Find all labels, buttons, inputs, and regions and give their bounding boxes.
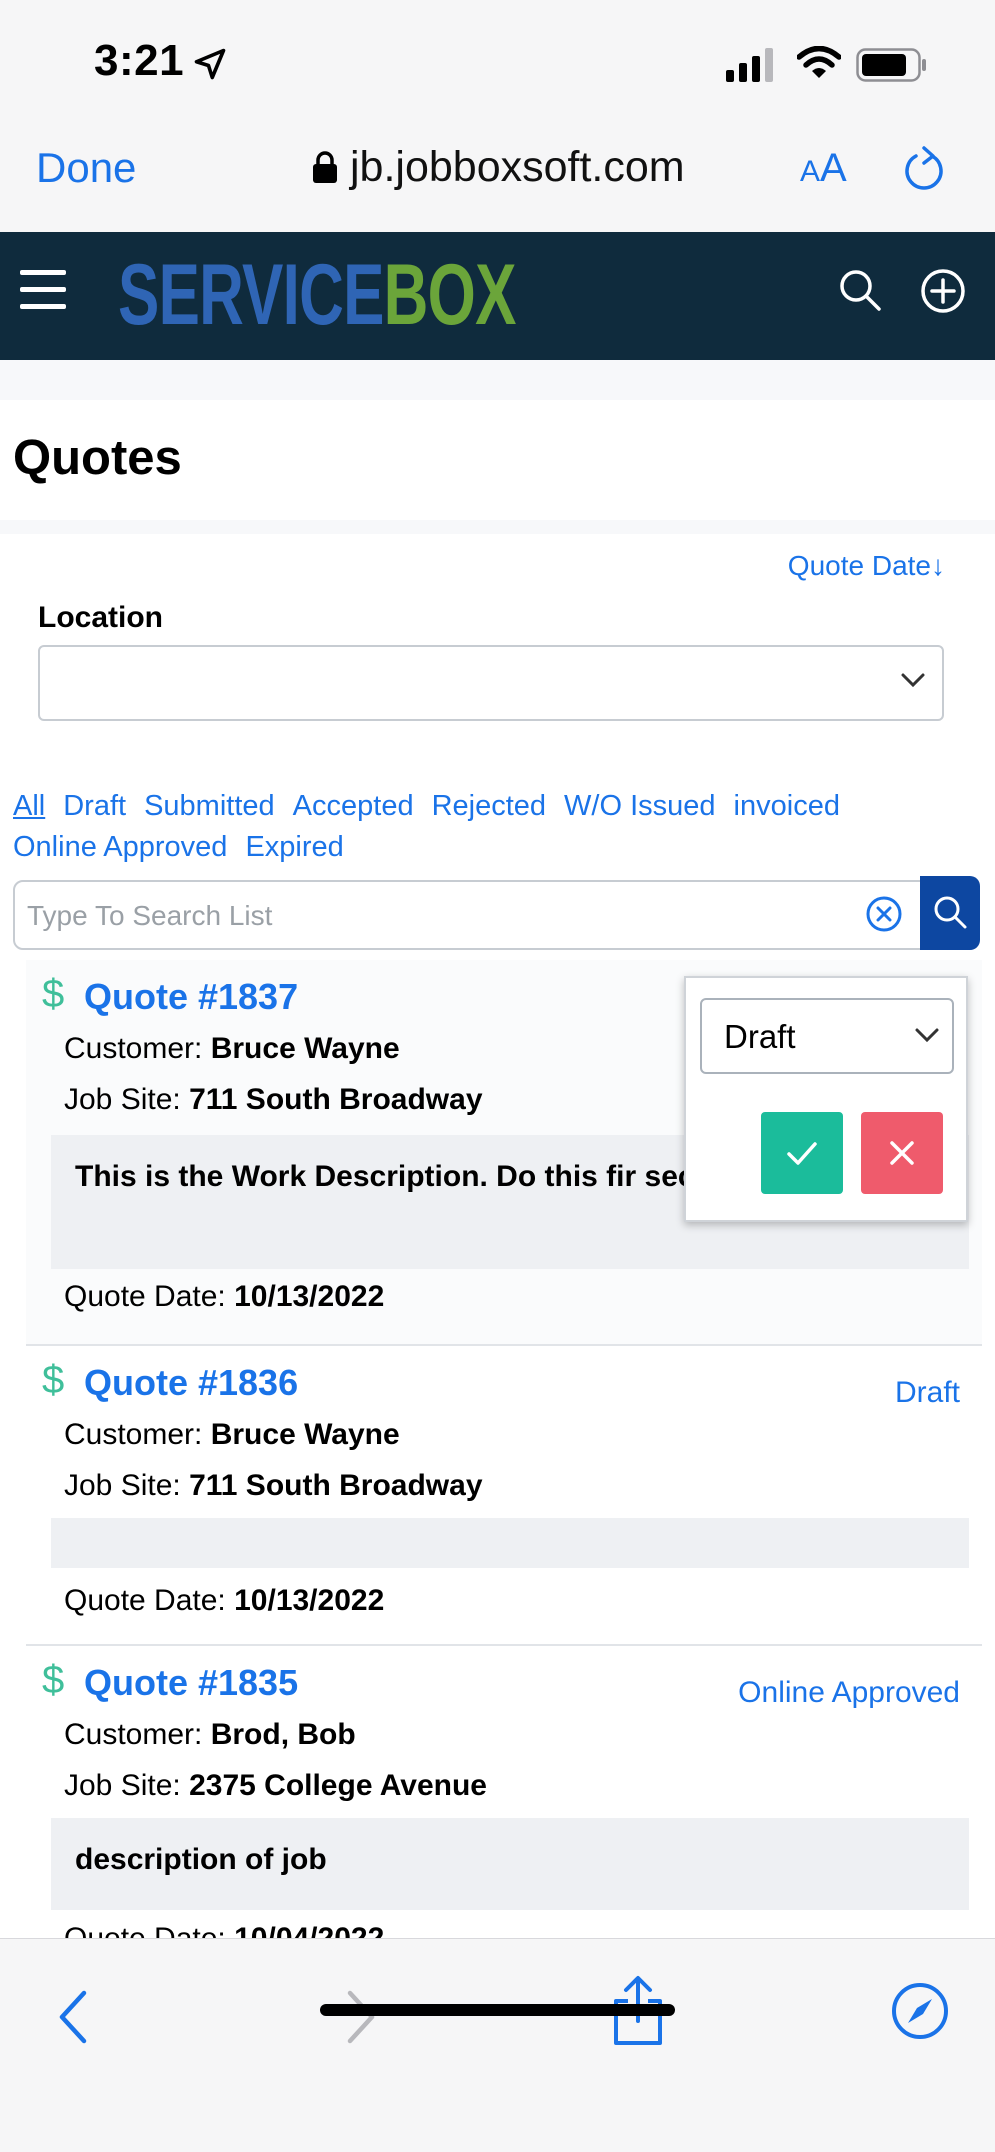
clear-search-icon[interactable] xyxy=(864,894,904,934)
quote-title[interactable]: Quote #1837 xyxy=(84,976,298,1018)
quote-customer: Customer: Bruce Wayne xyxy=(64,1418,400,1451)
url-field[interactable]: jb.jobboxsoft.com xyxy=(312,142,685,192)
dollar-icon: $ xyxy=(42,972,65,1016)
status-select-value: Draft xyxy=(724,1018,796,1055)
location-select[interactable] xyxy=(38,645,944,721)
browser-toolbar xyxy=(0,1938,995,2152)
filter-online-approved[interactable]: Online Approved xyxy=(13,827,227,868)
filter-all[interactable]: All xyxy=(13,786,45,827)
done-button[interactable]: Done xyxy=(36,144,136,192)
reload-icon[interactable] xyxy=(902,146,948,196)
quote-card[interactable]: $ Quote #1836 Draft Customer: Bruce Wayn… xyxy=(26,1346,982,1646)
status-bar: 3:21 xyxy=(0,0,995,120)
text-size-small-label: A xyxy=(800,155,821,188)
quote-customer: Customer: Bruce Wayne xyxy=(64,1032,400,1065)
quote-status: Draft xyxy=(894,1376,960,1409)
browser-address-bar: Done jb.jobboxsoft.com AA xyxy=(0,120,995,232)
quote-customer: Customer: Brod, Bob xyxy=(64,1718,356,1751)
battery-icon xyxy=(856,48,926,82)
search-icon xyxy=(934,896,967,929)
search-placeholder: Type To Search List xyxy=(27,900,273,931)
quote-title[interactable]: Quote #1836 xyxy=(84,1362,298,1404)
cancel-status-button[interactable] xyxy=(861,1112,943,1194)
chevron-down-icon xyxy=(901,673,925,688)
quote-description: description of job xyxy=(51,1818,969,1910)
quote-status: Online Approved xyxy=(738,1676,960,1709)
url-text: jb.jobboxsoft.com xyxy=(350,142,685,191)
filter-accepted[interactable]: Accepted xyxy=(293,786,414,827)
chevron-down-icon xyxy=(915,1028,939,1043)
lock-icon xyxy=(313,151,337,183)
dollar-icon: $ xyxy=(42,1658,65,1702)
filter-wo-issued[interactable]: W/O Issued xyxy=(564,786,716,827)
status-change-popup: Draft xyxy=(684,976,968,1222)
compass-icon[interactable] xyxy=(890,1981,950,2041)
add-circle-icon[interactable] xyxy=(920,268,966,314)
home-indicator xyxy=(320,2004,675,2016)
quote-title[interactable]: Quote #1835 xyxy=(84,1662,298,1704)
search-button[interactable] xyxy=(920,876,980,950)
filter-invoiced[interactable]: invoiced xyxy=(734,786,840,827)
status-time: 3:21 xyxy=(94,36,185,85)
menu-icon[interactable] xyxy=(20,270,66,309)
wifi-icon xyxy=(797,46,841,78)
cellular-signal-icon xyxy=(726,48,773,82)
location-arrow-icon xyxy=(194,48,226,80)
close-icon xyxy=(890,1141,914,1165)
search-input[interactable]: Type To Search List xyxy=(13,880,923,950)
page-title: Quotes xyxy=(13,431,182,485)
status-select[interactable]: Draft xyxy=(700,998,954,1074)
servicebox-logo[interactable]: SERVICEBOX xyxy=(118,250,516,340)
filter-submitted[interactable]: Submitted xyxy=(144,786,275,827)
divider xyxy=(0,520,995,534)
header-subbar xyxy=(0,360,995,400)
dollar-icon: $ xyxy=(42,1358,65,1402)
status-filter-bar: All Draft Submitted Accepted Rejected W/O Iss… xyxy=(13,786,983,868)
confirm-status-button[interactable] xyxy=(761,1112,843,1194)
quote-description xyxy=(51,1518,969,1568)
quote-job-site: Job Site: 2375 College Avenue xyxy=(64,1769,487,1802)
location-label: Location xyxy=(38,601,163,634)
text-size-button[interactable]: AA xyxy=(800,146,847,191)
check-icon xyxy=(787,1142,817,1165)
filter-expired[interactable]: Expired xyxy=(245,827,343,868)
quote-date: Quote Date: 10/13/2022 xyxy=(64,1584,385,1617)
forward-icon[interactable] xyxy=(340,1987,380,2047)
quote-card[interactable]: $ Quote #1835 Online Approved Customer: … xyxy=(26,1646,982,1955)
sort-quote-date-link[interactable]: Quote Date↓ xyxy=(788,550,945,582)
quote-date: Quote Date: 10/13/2022 xyxy=(64,1280,385,1313)
quote-job-site: Job Site: 711 South Broadway xyxy=(64,1083,483,1116)
filter-draft[interactable]: Draft xyxy=(63,786,126,827)
quote-job-site: Job Site: 711 South Broadway xyxy=(64,1469,483,1502)
filter-rejected[interactable]: Rejected xyxy=(432,786,546,827)
header-search-icon[interactable] xyxy=(838,268,882,312)
text-size-large-label: A xyxy=(820,146,847,190)
back-icon[interactable] xyxy=(54,1987,94,2047)
